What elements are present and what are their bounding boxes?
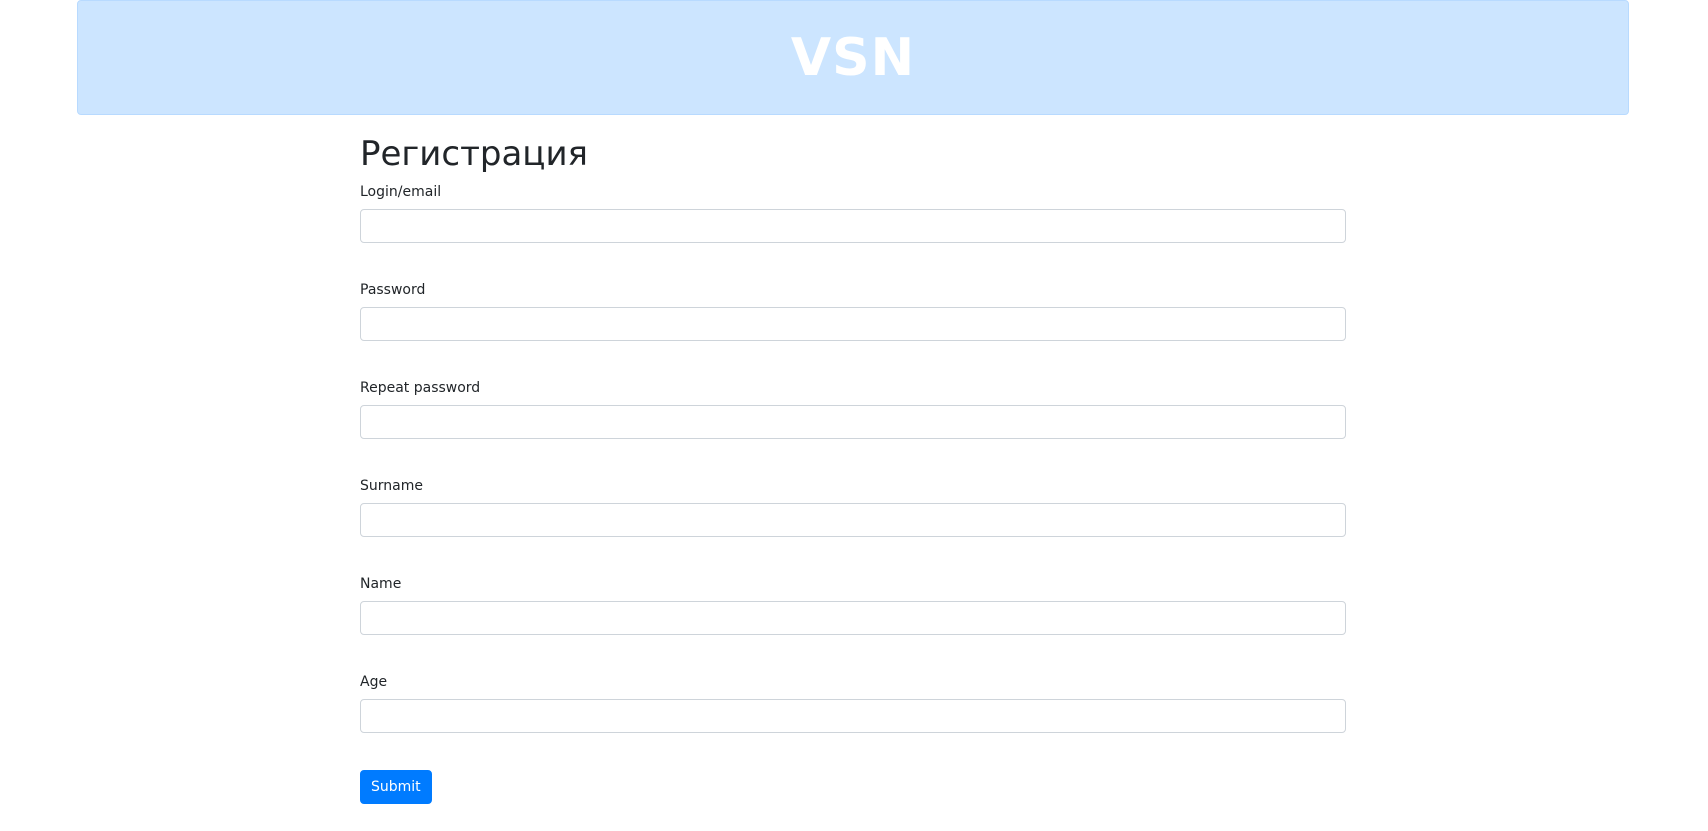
- header-banner: VSN: [77, 0, 1629, 115]
- page-title: Регистрация: [360, 134, 588, 174]
- registration-form: Login/email Password Repeat password Sur…: [360, 184, 1346, 804]
- name-input[interactable]: [360, 601, 1346, 635]
- surname-group: Surname: [360, 478, 1346, 576]
- name-label: Name: [360, 576, 402, 592]
- repeat-password-group: Repeat password: [360, 380, 1346, 478]
- login-email-input[interactable]: [360, 209, 1346, 243]
- submit-button[interactable]: Submit: [360, 770, 432, 804]
- age-input[interactable]: [360, 699, 1346, 733]
- age-group: Age: [360, 674, 1346, 768]
- password-group: Password: [360, 282, 1346, 380]
- login-email-group: Login/email: [360, 184, 1346, 282]
- login-email-label: Login/email: [360, 184, 442, 200]
- registration-form-container: Регистрация Login/email Password Repeat …: [360, 124, 1346, 804]
- surname-input[interactable]: [360, 503, 1346, 537]
- password-input[interactable]: [360, 307, 1346, 341]
- repeat-password-label: Repeat password: [360, 380, 481, 396]
- repeat-password-input[interactable]: [360, 405, 1346, 439]
- name-group: Name: [360, 576, 1346, 674]
- age-label: Age: [360, 674, 388, 690]
- password-label: Password: [360, 282, 426, 298]
- brand-title: VSN: [790, 27, 916, 88]
- surname-label: Surname: [360, 478, 423, 494]
